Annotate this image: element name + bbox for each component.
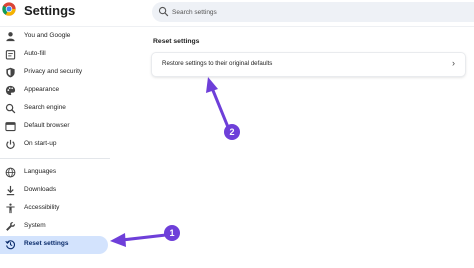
sidebar-item-label: Privacy and security — [24, 68, 83, 75]
app-title: Settings — [24, 3, 76, 18]
sidebar-item-label: Languages — [24, 168, 57, 175]
sidebar-item-label: On start-up — [24, 140, 57, 147]
wrench-icon — [6, 222, 15, 231]
search-icon — [5, 103, 16, 114]
shield-icon — [6, 67, 15, 78]
globe-icon — [5, 167, 16, 178]
sidebar-item-you-and-google[interactable]: You and Google — [0, 28, 108, 46]
search-input[interactable] — [172, 2, 462, 22]
accessibility-icon — [6, 203, 15, 214]
sidebar-item-label: Default browser — [24, 122, 70, 129]
clipboard-icon — [5, 50, 16, 60]
sidebar-item-search-engine[interactable]: Search engine — [0, 100, 108, 118]
history-icon — [5, 240, 15, 250]
annotation-arrow-1 — [110, 233, 168, 247]
sidebar-item-downloads[interactable]: Downloads — [0, 182, 108, 200]
sidebar-item-reset-settings[interactable]: Reset settings — [0, 236, 108, 254]
restore-defaults-label: Restore settings to their original defau… — [162, 60, 273, 67]
sidebar-item-label: Appearance — [24, 86, 60, 93]
sidebar-item-system[interactable]: System — [0, 218, 108, 236]
sidebar-separator — [0, 158, 110, 159]
download-icon — [6, 185, 15, 196]
restore-defaults-button[interactable]: Restore settings to their original defau… — [152, 53, 465, 76]
sidebar-item-auto-fill[interactable]: Auto-fill — [0, 46, 108, 64]
section-title: Reset settings — [153, 38, 200, 45]
sidebar-item-on-start-up[interactable]: On start-up — [0, 136, 108, 154]
sidebar-item-accessibility[interactable]: Accessibility — [0, 200, 108, 218]
sidebar-item-appearance[interactable]: Appearance — [0, 82, 108, 100]
chrome-logo-icon — [2, 2, 16, 16]
search-box[interactable] — [152, 2, 474, 22]
sidebar-item-privacy-and-security[interactable]: Privacy and security — [0, 64, 108, 82]
chevron-right-icon: › — [452, 58, 455, 68]
sidebar-item-label: You and Google — [24, 32, 71, 39]
sidebar-item-label: System — [24, 222, 46, 229]
annotation-badge-2: 2 — [224, 124, 240, 140]
sidebar-item-label: Auto-fill — [24, 50, 46, 57]
power-icon — [6, 139, 15, 149]
sidebar-item-label: Reset settings — [24, 240, 69, 247]
header: Settings — [0, 0, 474, 26]
sidebar-item-default-browser[interactable]: Default browser — [0, 118, 108, 136]
palette-icon — [5, 85, 16, 96]
person-icon — [6, 32, 15, 42]
sidebar: You and Google Auto-fill Privacy and sec… — [0, 27, 112, 268]
sidebar-item-languages[interactable]: Languages — [0, 164, 108, 182]
sidebar-item-label: Downloads — [24, 186, 57, 193]
sidebar-item-label: Accessibility — [24, 204, 60, 211]
sidebar-item-label: Search engine — [24, 104, 66, 111]
browser-icon — [5, 122, 16, 132]
search-icon — [158, 6, 169, 17]
annotation-badge-1: 1 — [164, 225, 180, 241]
